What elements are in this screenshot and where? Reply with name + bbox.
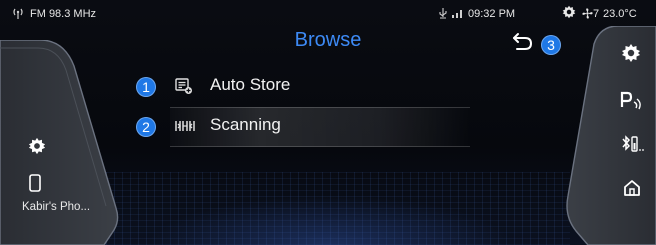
clock: 09:32 PM [468, 8, 516, 20]
home-icon[interactable] [622, 178, 642, 198]
phone-icon[interactable] [28, 174, 42, 192]
signal-strength-icon [451, 8, 465, 20]
list-item-scanning[interactable]: 2 Scanning [130, 107, 470, 147]
left-panel-frame [0, 40, 119, 245]
background-grid [90, 172, 570, 245]
cabin-temperature[interactable]: 23.0°C [603, 8, 637, 20]
scanning-icon [175, 117, 195, 135]
usb-icon [438, 8, 448, 22]
bluetooth-battery-icon[interactable] [620, 134, 646, 154]
back-button[interactable] [511, 30, 535, 52]
left-side-panel: Kabir's Pho... [0, 40, 120, 245]
radio-signal-icon [12, 8, 24, 22]
callout-badge-scanning: 2 [136, 117, 156, 137]
fan-speed-value: 7 [593, 8, 600, 20]
connected-phone-label[interactable]: Kabir's Pho... [22, 201, 90, 213]
status-bar: FM 98.3 MHz 09:32 PM 7 23.0°C [0, 0, 656, 26]
settings-icon[interactable] [621, 43, 641, 63]
left-settings-icon[interactable] [28, 137, 46, 155]
auto-store-icon [175, 77, 193, 95]
fan-icon[interactable] [582, 8, 593, 22]
callout-badge-auto-store: 1 [136, 77, 156, 97]
infotainment-screen: FM 98.3 MHz 09:32 PM 7 23.0°C Browse 3 1 [0, 0, 656, 245]
right-side-panel [560, 26, 656, 245]
callout-badge-back: 3 [541, 35, 561, 55]
park-assist-icon[interactable] [620, 90, 644, 110]
radio-station-label: FM 98.3 MHz [30, 8, 97, 20]
auto-store-label: Auto Store [210, 75, 291, 94]
climate-settings-icon[interactable] [562, 5, 576, 22]
list-item-auto-store[interactable]: 1 Auto Store [130, 67, 470, 103]
back-arrow-icon [513, 33, 533, 50]
scanning-label: Scanning [210, 115, 281, 134]
